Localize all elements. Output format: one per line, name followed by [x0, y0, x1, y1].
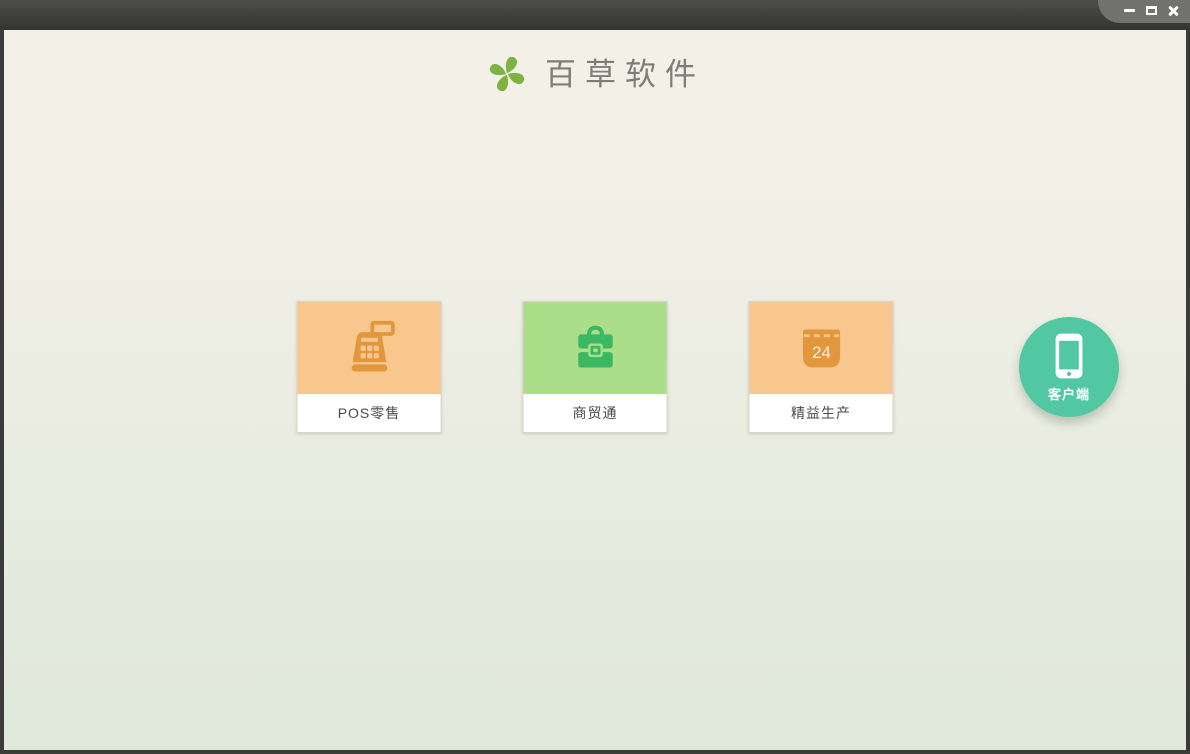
pinwheel-icon — [489, 56, 525, 92]
app-title: 百草软件 — [545, 56, 705, 92]
smartphone-icon — [1055, 333, 1083, 379]
title-bar — [0, 0, 1190, 30]
maximize-icon — [1145, 6, 1157, 15]
card-pos-retail[interactable]: POS零售 — [296, 301, 442, 433]
minimize-button[interactable] — [1120, 3, 1138, 19]
close-button[interactable] — [1164, 3, 1182, 19]
window-controls — [1098, 0, 1190, 23]
maximize-button[interactable] — [1142, 3, 1160, 19]
client-button-label: 客户端 — [1047, 387, 1090, 402]
app-header: 百草软件 — [4, 30, 1186, 96]
card-icon-area: 24 — [749, 302, 893, 394]
calendar-icon: 24 — [802, 329, 840, 368]
calendar-day: 24 — [812, 343, 831, 362]
client-button[interactable]: 客户端 — [1019, 317, 1119, 417]
card-trade[interactable]: 商贸通 — [522, 301, 668, 433]
card-icon-area — [297, 302, 441, 394]
close-icon — [1167, 5, 1179, 17]
card-label: 商贸通 — [523, 394, 667, 432]
main-content: 百草软件 POS零售 商贸通 24 精益生产 客户端 — [4, 30, 1186, 750]
card-icon-area — [523, 302, 667, 394]
product-cards: POS零售 商贸通 24 精益生产 — [296, 301, 894, 433]
card-lean-production[interactable]: 24 精益生产 — [748, 301, 894, 433]
minimize-icon — [1123, 9, 1135, 12]
cash-register-icon — [351, 320, 395, 372]
card-label: POS零售 — [297, 394, 441, 432]
briefcase-icon — [577, 325, 613, 368]
card-label: 精益生产 — [749, 394, 893, 432]
